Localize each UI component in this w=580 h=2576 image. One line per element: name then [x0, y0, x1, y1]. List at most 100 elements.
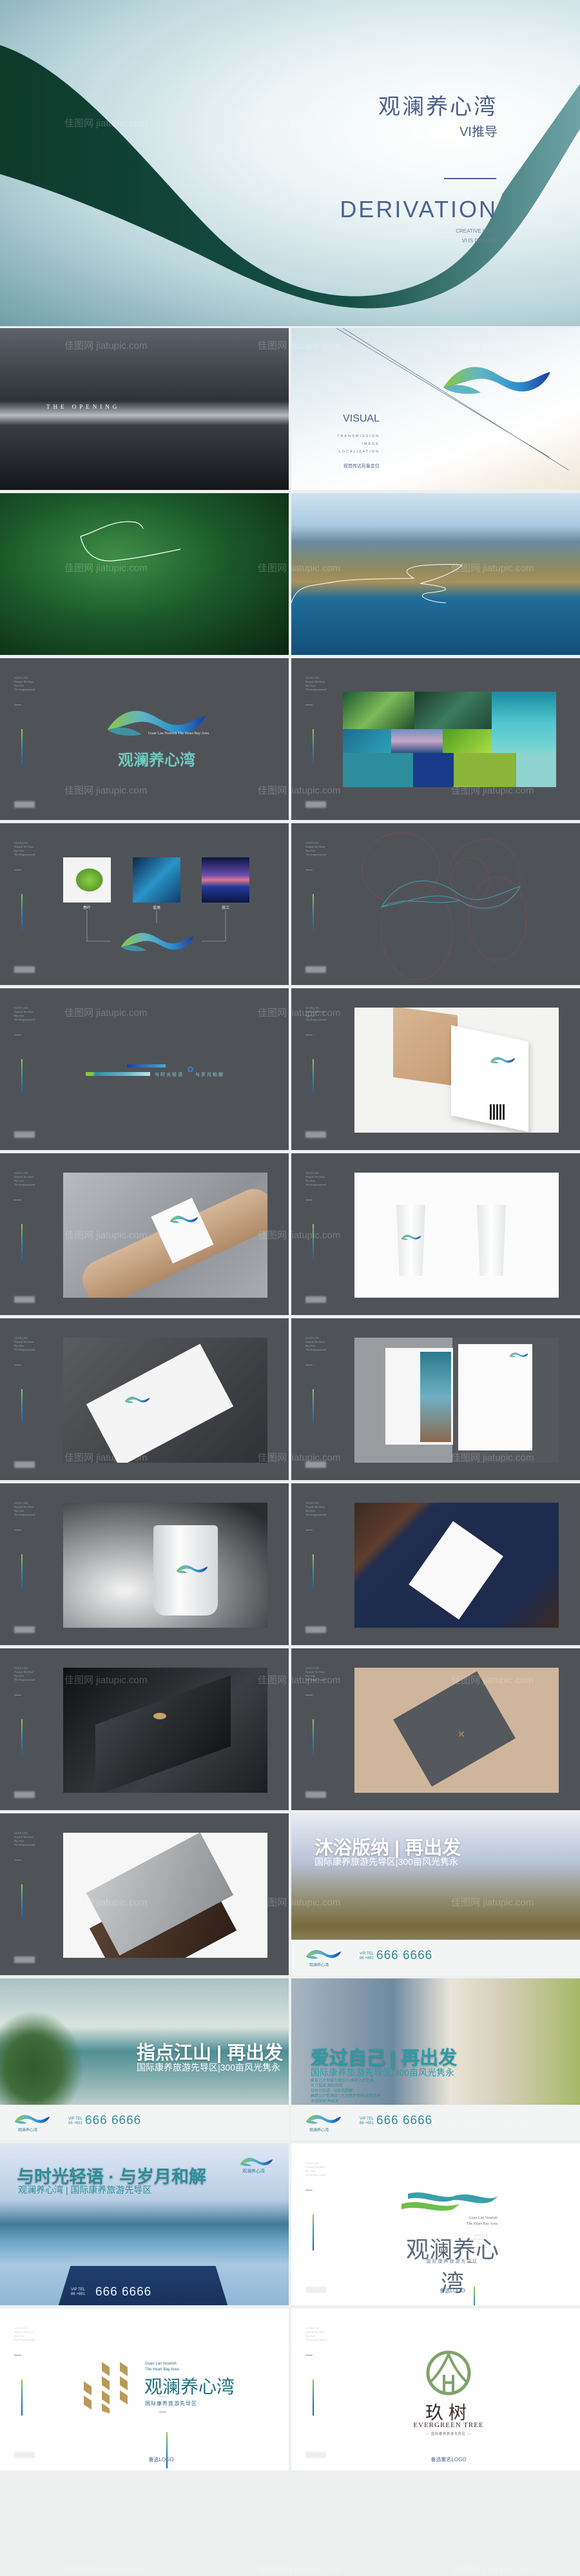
cover-heading: DERIVATION [340, 196, 498, 222]
poster-2: 指点江山 | 再出发 国际康养旅游先导区|300亩风光隽永 观澜养心湾 VIP … [0, 1978, 289, 2140]
visual-lines: TRANSMISSION IMAGE LOCALIZATION [304, 433, 380, 456]
visual-line: IMAGE [362, 442, 380, 446]
qr-code-icon [490, 1104, 505, 1120]
mood-photo [343, 692, 414, 729]
color-swatch [343, 753, 413, 787]
business-card-mockup [354, 1008, 559, 1133]
logo-slide: Guan Lan Nourish The Heart Bay Area 观澜养心… [0, 658, 289, 820]
poster-3: 爱过自己 | 再出发 国际康养旅游先导区|300亩风光隽永 爱自己才有能力爱别人… [291, 1978, 580, 2140]
folder-slide: GUAN LAN Nourish The Heart Bay Area The des… [291, 1318, 580, 1480]
visual-slide: VISUAL TRANSMISSION IMAGE LOCALIZATION 视… [291, 328, 580, 490]
gold-grid-logo-icon [84, 2362, 128, 2414]
accent-bar [21, 1554, 23, 1590]
footer-logo-icon [14, 1626, 35, 1633]
poster-subtitle: 国际康养旅游先导区|300亩风光隽永 [311, 2067, 454, 2078]
accent-bar [313, 894, 314, 930]
silver-box-mockup [63, 1833, 267, 1958]
accent-bar [21, 894, 23, 930]
sidebar-line: The design proposal [14, 1678, 35, 1681]
slide-sidebar: GUAN LAN Nourish The Heart Bay Area The des… [14, 1006, 35, 1044]
alt-logo-en: Guan Lan Nourish The Heart Bay Area GUAN L… [452, 2216, 498, 2305]
shoreline-outline-graphic [291, 564, 463, 603]
footer-logo-icon [14, 1296, 35, 1303]
slide-sidebar: GUAN LAN Nourish The Heart Bay Area The des… [305, 1501, 326, 1539]
alt-logo-en: Guan Lan Nourish The Heart Bay Area GUAN L… [145, 2361, 179, 2468]
alt-logo-sub: — 国际康养旅游先导区 — [425, 2432, 472, 2436]
sidebar-divider [305, 2355, 313, 2356]
connector-arrows [86, 910, 226, 942]
mini-logo-text: 观澜养心湾 [18, 2129, 38, 2132]
watermark: 佳图网 jiatupic.com [451, 2564, 534, 2575]
sidebar-line: The design proposal [305, 1183, 327, 1186]
slide-sidebar: GUAN LAN Nourish The Heart Bay Area The des… [305, 2161, 326, 2200]
sidebar-line: The design proposal [14, 688, 35, 691]
sidebar-line: The design proposal [305, 2173, 327, 2176]
lake-photo [291, 493, 580, 655]
silver-box-slide: GUAN LAN Nourish The Heart Bay Area The des… [0, 1813, 289, 1975]
footer-logo-icon [305, 801, 326, 808]
visual-cn: 视觉传达形象定位 [343, 464, 380, 469]
sidebar-line: The design proposal [305, 1678, 327, 1681]
footer-logo-icon [14, 1791, 35, 1798]
construction-lines-graphic [362, 832, 527, 981]
footer-logo-icon [14, 801, 35, 808]
folder-photo [420, 1352, 451, 1442]
mood-photo [414, 692, 492, 729]
slide-sidebar: GUAN LAN Nourish The Heart Bay Area The des… [305, 1336, 326, 1374]
accent-bar [21, 1224, 23, 1260]
accent-bar [313, 1554, 314, 1590]
white-box [86, 1343, 234, 1463]
opening-slide: THE OPENING [0, 328, 289, 490]
cup [477, 1205, 506, 1276]
slide-sidebar: GUAN LAN Nourish The Heart Bay Area The des… [14, 841, 35, 879]
alt-logo-cn: 玖树 [425, 2403, 472, 2423]
brand-logo-icon [176, 1564, 208, 1574]
sidebar-divider [305, 2190, 313, 2191]
accent-bar [313, 2379, 314, 2415]
logo-cn: 观澜养心湾 [118, 752, 195, 769]
cover-title: 观澜养心湾 [378, 95, 498, 119]
tel-number: 666 6666 [95, 2285, 152, 2299]
footer-logo-icon [14, 1956, 35, 1963]
bow-icon: ✕ [458, 1729, 465, 1739]
tel-label: VIP TEL 86 +691 [360, 2117, 374, 2125]
brand-logo-icon [509, 1352, 528, 1358]
construction-slide: GUAN LAN Nourish The Heart Bay Area The des… [291, 823, 580, 985]
business-card-slide: GUAN LAN Nourish The Heart Bay Area The des… [291, 988, 580, 1150]
sidebar-line: The design proposal [305, 853, 327, 856]
poster-subtitle: 国际康养旅游先导区|300亩风光隽永 [314, 1857, 458, 1867]
accent-bar [86, 1072, 150, 1076]
sidebar-line: The design proposal [305, 1018, 327, 1021]
footer-logo-icon [305, 1791, 326, 1798]
envelope-mockup: ✕ [354, 1668, 559, 1793]
black-box [95, 1675, 231, 1793]
alt-logo-2-slide: Guan Lan Nourish The Heart Bay Area GUAN L… [0, 2308, 289, 2470]
sidebar-line: The design proposal [14, 853, 35, 856]
divider [444, 178, 496, 179]
alt-logo-sub: 国际康养旅游先导区 [426, 2259, 479, 2264]
cover-tag: CREATIVE LOGO [456, 228, 498, 234]
slide-sidebar: GUAN LAN Nourish The Heart Bay Area The des… [14, 1831, 35, 1869]
mood-photo [443, 729, 492, 753]
accent-bar [21, 2379, 23, 2415]
mini-logo-text: 观澜养心湾 [309, 1964, 329, 1967]
accent-bar [313, 729, 314, 765]
moodboard-slide: GUAN LAN Nourish The Heart Bay Area The des… [291, 658, 580, 820]
sidebar-line: The design proposal [14, 1183, 35, 1186]
sidebar-line: The design proposal [305, 1348, 327, 1351]
black-box-slide: GUAN LAN Nourish The Heart Bay Area The des… [0, 1648, 289, 1810]
watermark: 佳图网 jiatupic.com [64, 2564, 148, 2575]
sidebar-line: The design proposal [14, 1513, 35, 1516]
accent-bar [313, 2214, 314, 2250]
alt-logo-caption: 备选LOGO [440, 2288, 465, 2294]
invitation-mockup [354, 1503, 559, 1628]
tube-mockup [63, 1173, 267, 1298]
accent-bar [21, 1884, 23, 1920]
slide-sidebar: GUAN LAN Nourish The Heart Bay Area The des… [14, 1501, 35, 1539]
footer-logo-icon [305, 1296, 326, 1303]
tel-label: VIP TEL 86 +691 [71, 2288, 86, 2296]
cups-mockup [354, 1173, 559, 1298]
poster-1: 沐浴版纳 | 再出发 国际康养旅游先导区|300亩风光隽永 观澜养心湾 VIP … [291, 1813, 580, 1975]
gift-box-mockup [63, 1338, 267, 1463]
mood-photo [492, 692, 556, 753]
